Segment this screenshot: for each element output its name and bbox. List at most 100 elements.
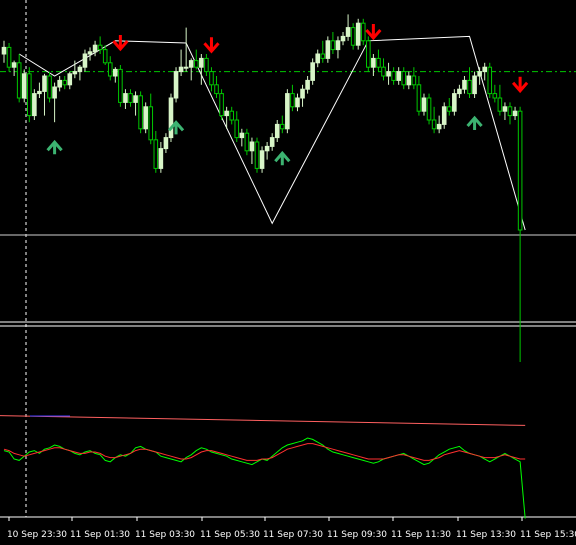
candle-body — [123, 93, 128, 103]
candle-body — [345, 27, 351, 37]
candle-body — [107, 62, 113, 77]
candle-body — [92, 44, 98, 53]
candle-body — [315, 53, 321, 64]
candle-body — [32, 93, 37, 117]
candle-body — [113, 68, 118, 77]
candle-body — [153, 139, 159, 169]
candle-body — [335, 40, 341, 51]
candle-body — [27, 73, 32, 117]
candle-body — [482, 66, 487, 73]
candle-body — [37, 90, 42, 95]
candle-body — [401, 71, 407, 86]
candles — [1, 14, 523, 362]
candle-body — [517, 110, 523, 231]
candle-body — [214, 84, 219, 95]
candle-body — [209, 71, 214, 86]
arrow-down-icon — [365, 24, 382, 41]
arrow-up-icon — [46, 139, 63, 155]
candle-body — [340, 35, 346, 42]
candle-body — [467, 79, 472, 95]
candle-body — [204, 57, 209, 73]
candle-body — [118, 68, 123, 103]
candle-body — [421, 97, 427, 112]
candle-body — [295, 97, 300, 108]
candle-body — [102, 49, 108, 64]
candle-body — [178, 66, 184, 73]
candle-body — [285, 93, 290, 130]
candle-body — [507, 106, 513, 117]
candle-body — [310, 62, 315, 81]
candle-body — [128, 93, 133, 103]
candle-body — [249, 141, 255, 152]
candle-body — [376, 57, 381, 68]
candle-body — [472, 75, 477, 95]
candle-body — [163, 137, 169, 150]
candle-body — [386, 71, 391, 77]
candle-body — [502, 106, 508, 112]
candle-body — [6, 46, 12, 68]
candle-body — [391, 71, 396, 81]
candle-body — [239, 132, 245, 139]
candle-body — [416, 84, 422, 112]
candle-body — [452, 93, 457, 112]
candle-body — [188, 60, 194, 68]
arrow-down-icon — [203, 37, 220, 54]
candle-body — [168, 97, 174, 139]
price-chart: 10 Sep 23:30 11 Sep 01:30 11 Sep 03:30 11 S… — [0, 0, 576, 540]
candle-body — [62, 79, 68, 86]
arrow-down-icon — [112, 35, 129, 52]
candle-body — [305, 79, 310, 90]
candle-body — [11, 62, 17, 68]
candle-body — [436, 123, 442, 130]
candle-body — [457, 88, 462, 95]
candle-body — [1, 46, 7, 55]
candle-body — [72, 71, 78, 75]
candle-body — [274, 123, 280, 139]
oscillator-panel — [0, 415, 526, 519]
candle-body — [138, 95, 143, 130]
candle-body — [87, 51, 93, 55]
candle-body — [381, 66, 386, 77]
candle-body — [411, 75, 417, 86]
candle-body — [406, 75, 412, 86]
candle-body — [219, 93, 224, 117]
candle-body — [477, 71, 482, 77]
arrow-down-icon — [511, 76, 529, 94]
ma-line-red — [0, 415, 526, 426]
candle-body — [82, 53, 88, 68]
oscillator-series — [3, 437, 526, 519]
candle-body — [350, 27, 356, 46]
candle-body — [269, 137, 275, 147]
candle-body — [300, 88, 305, 99]
arrow-up-icon — [274, 150, 291, 166]
candle-body — [290, 93, 295, 108]
candle-body — [229, 110, 234, 121]
oscillator-series — [3, 443, 526, 461]
candle-body — [325, 40, 331, 59]
candle-body — [330, 40, 336, 51]
x-tick-label: 11 Sep 07:30 — [263, 530, 323, 540]
x-tick-label: 11 Sep 03:30 — [135, 530, 195, 540]
candle-body — [173, 71, 179, 99]
candle-body — [431, 119, 437, 130]
candle-body — [441, 106, 447, 125]
candle-body — [366, 40, 371, 68]
candle-body — [21, 73, 27, 99]
candle-body — [371, 57, 376, 68]
candle-body — [133, 95, 138, 103]
candle-body — [462, 79, 467, 90]
candle-body — [143, 106, 148, 130]
candle-body — [199, 57, 204, 68]
x-tick-label: 10 Sep 23:30 — [7, 530, 67, 540]
candle-body — [97, 44, 103, 51]
candle-body — [512, 110, 518, 117]
candle-body — [234, 119, 240, 139]
candle-body — [259, 150, 265, 169]
candle-body — [148, 106, 154, 141]
x-tick-label: 11 Sep 11:30 — [391, 530, 451, 540]
candle-body — [57, 79, 62, 88]
x-tick-label: 11 Sep 15:30 — [520, 530, 576, 540]
time-axis: 10 Sep 23:30 11 Sep 01:30 11 Sep 03:30 11 S… — [7, 517, 576, 540]
candle-body — [67, 73, 73, 86]
candle-body — [487, 66, 493, 95]
